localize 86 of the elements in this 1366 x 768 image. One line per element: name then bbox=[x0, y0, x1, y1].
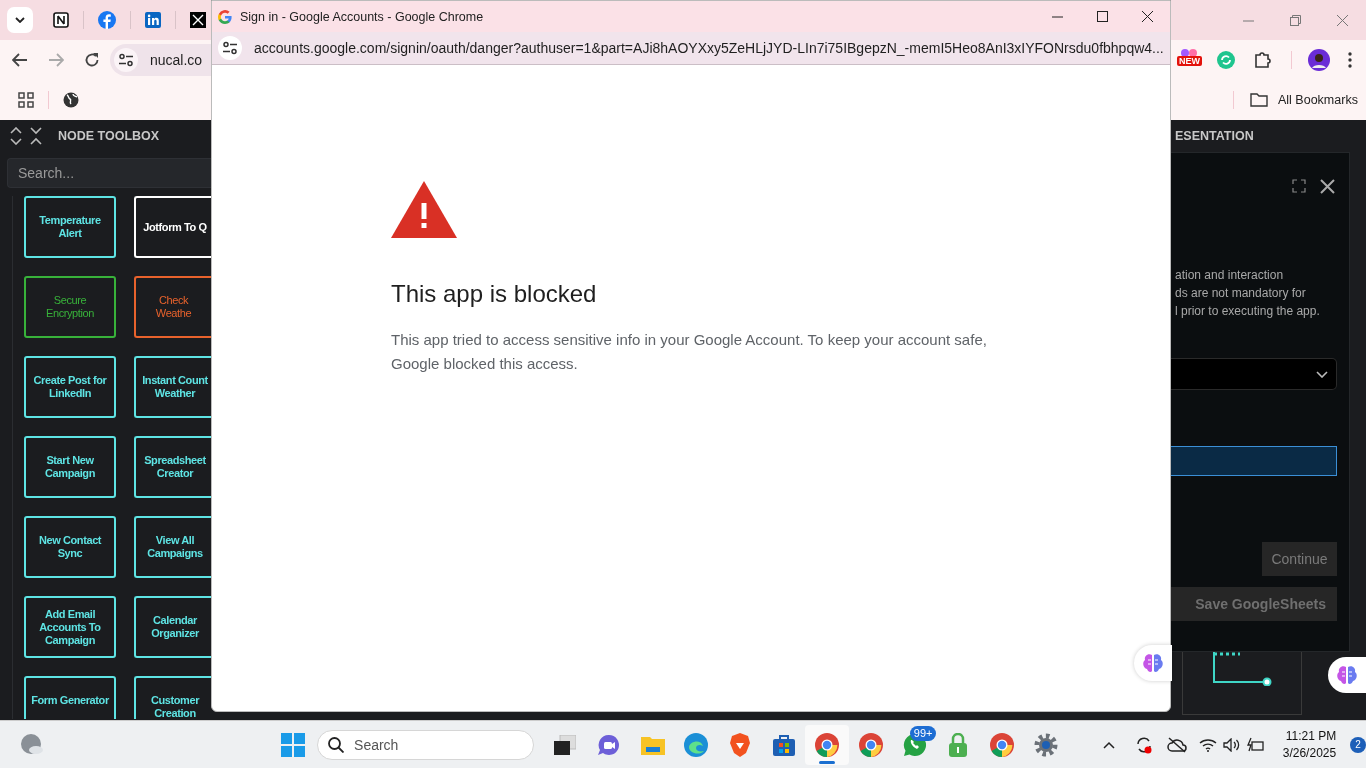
notification-badge[interactable]: 2 bbox=[1350, 736, 1366, 753]
globe-icon[interactable] bbox=[63, 92, 79, 108]
sync-icon[interactable] bbox=[1135, 735, 1154, 754]
warning-icon bbox=[391, 181, 457, 238]
square-logo-icon[interactable] bbox=[53, 12, 69, 28]
browser-icon[interactable] bbox=[858, 732, 883, 757]
avatar-icon[interactable] bbox=[1308, 49, 1330, 71]
reload-icon[interactable] bbox=[84, 52, 100, 68]
node-tile[interactable]: Start New Campaign bbox=[24, 436, 116, 498]
node-tile[interactable]: Form Generator bbox=[24, 676, 116, 719]
tab-search-button[interactable] bbox=[7, 7, 33, 33]
chevron-down-icon bbox=[15, 17, 25, 23]
node-tile[interactable]: Spreadsheet Creator bbox=[134, 436, 211, 498]
cloud-off-icon[interactable] bbox=[1166, 736, 1187, 753]
close-icon[interactable] bbox=[1320, 179, 1335, 194]
round-logo-icon[interactable] bbox=[98, 11, 116, 29]
browser-icon[interactable] bbox=[989, 732, 1014, 757]
description-text: ds are not mandatory for bbox=[1175, 285, 1307, 302]
toolbox-title: NODE TOOLBOX bbox=[58, 129, 160, 143]
clock[interactable]: 11:21 PM 3/26/2025 bbox=[1282, 727, 1337, 762]
site-info-icon[interactable] bbox=[114, 48, 138, 72]
battery-icon[interactable] bbox=[1246, 736, 1265, 753]
video-chat-icon[interactable] bbox=[596, 733, 621, 756]
collapse-icon[interactable] bbox=[30, 127, 42, 145]
x-logo-icon[interactable] bbox=[190, 12, 206, 28]
expand-icon[interactable] bbox=[10, 127, 22, 145]
back-icon[interactable] bbox=[12, 53, 28, 67]
folder-icon[interactable] bbox=[1250, 93, 1268, 107]
search-icon bbox=[328, 736, 345, 753]
browser-icon[interactable] bbox=[815, 732, 840, 757]
wifi-icon[interactable] bbox=[1198, 737, 1217, 752]
chevron-up-icon[interactable] bbox=[1103, 740, 1116, 749]
volume-icon[interactable] bbox=[1222, 737, 1241, 752]
start-icon[interactable] bbox=[281, 732, 306, 757]
close-icon[interactable] bbox=[1142, 11, 1153, 22]
site-info-icon[interactable] bbox=[218, 36, 242, 60]
maximize-icon[interactable] bbox=[1097, 11, 1108, 22]
dropdown-field[interactable] bbox=[1171, 358, 1337, 390]
continue-button[interactable]: Continue bbox=[1262, 542, 1337, 576]
connector-drawing bbox=[1212, 652, 1274, 686]
node-tile[interactable]: Create Post for LinkedIn bbox=[24, 356, 116, 418]
more-menu-icon[interactable] bbox=[1348, 52, 1352, 68]
lock-icon[interactable] bbox=[948, 732, 969, 757]
g-logo-icon bbox=[218, 9, 232, 24]
brain-icon bbox=[1336, 665, 1358, 685]
apps-grid-icon[interactable] bbox=[18, 92, 34, 108]
address-bar[interactable]: nucal.co bbox=[110, 44, 211, 76]
blocked-message: This app tried to access sensitive info in your Google Account. To keep your account safe, Google blocked this access. bbox=[391, 330, 988, 374]
node-tile[interactable]: Instant Count Weather bbox=[134, 356, 211, 418]
taskbar-search[interactable]: Search bbox=[317, 729, 534, 760]
fullscreen-icon[interactable] bbox=[1292, 179, 1306, 193]
extension-icon[interactable] bbox=[1179, 47, 1199, 57]
window-title: Sign in - Google Accounts - Google Chrome bbox=[240, 9, 484, 24]
task-view-icon[interactable] bbox=[554, 734, 577, 755]
lion-logo-icon[interactable] bbox=[729, 732, 750, 757]
node-tile[interactable]: Temperature Alert bbox=[24, 196, 116, 258]
notification-badge: 99+ bbox=[909, 725, 937, 741]
node-tile[interactable]: Add Email Accounts To Campaign bbox=[24, 596, 116, 658]
assistant-button[interactable] bbox=[1328, 657, 1366, 693]
weather-icon[interactable] bbox=[19, 732, 44, 757]
search-field[interactable]: Search... bbox=[7, 158, 211, 188]
wave-logo-icon[interactable] bbox=[684, 732, 709, 757]
restore-icon[interactable] bbox=[1290, 14, 1301, 26]
all-bookmarks-link[interactable]: All Bookmarks bbox=[1278, 93, 1358, 107]
node-tile[interactable]: New Contact Sync bbox=[24, 516, 116, 578]
extensions-icon[interactable] bbox=[1253, 51, 1271, 69]
url-text: nucal.co bbox=[150, 52, 203, 68]
node-card[interactable] bbox=[1182, 652, 1302, 715]
blocked-heading: This app is blocked bbox=[391, 280, 598, 308]
node-tile[interactable]: Check Weathe bbox=[134, 276, 211, 338]
new-badge: NEW bbox=[1177, 56, 1202, 66]
node-tile[interactable]: Customer Creation bbox=[134, 676, 211, 719]
description-text: ation and interaction bbox=[1175, 267, 1285, 284]
description-text: l prior to executing the app. bbox=[1175, 303, 1321, 320]
brain-icon bbox=[1142, 653, 1164, 673]
chevron-down-icon bbox=[1316, 370, 1328, 378]
settings-icon[interactable] bbox=[1033, 732, 1058, 757]
active-app-button[interactable] bbox=[805, 724, 850, 765]
input-field[interactable] bbox=[1171, 446, 1337, 476]
panel-title: ESENTATION bbox=[1175, 129, 1254, 143]
node-tile[interactable]: View All Campaigns bbox=[134, 516, 211, 578]
node-tile[interactable]: Jotform To Q bbox=[134, 196, 211, 258]
node-tile[interactable]: Secure Encryption bbox=[24, 276, 116, 338]
store-icon[interactable] bbox=[772, 733, 795, 756]
node-tile[interactable]: Calendar Organizer bbox=[134, 596, 211, 658]
url-text: accounts.google.com/signin/oauth/danger?authuser=1&part=AJi8hAOYXxy5ZeHLjJYD-LIn7i75IBgepzN_-memI5Heo8AnI3xIYFONrsdu0fbhpqw4... bbox=[254, 40, 1164, 56]
